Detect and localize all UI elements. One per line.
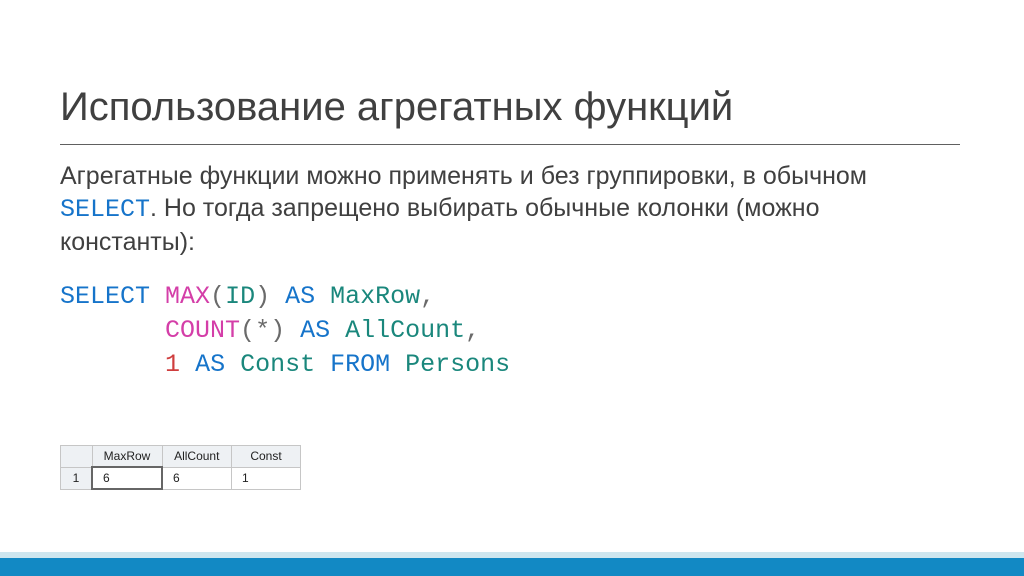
sql-pad: [60, 350, 165, 379]
sql-alias: MaxRow: [330, 282, 420, 311]
cell: 6: [162, 467, 232, 489]
sql-comma: ,: [465, 316, 480, 345]
slide: Использование агрегатных функций Агрегат…: [0, 0, 1024, 576]
footer-accent-bar: [0, 558, 1024, 576]
sql-number: 1: [165, 350, 180, 379]
sql-func: MAX: [165, 282, 210, 311]
sql-punc: (: [210, 282, 225, 311]
page-title: Использование агрегатных функций: [60, 85, 733, 130]
row-header-blank: [61, 446, 93, 468]
sql-alias: AllCount: [345, 316, 465, 345]
inline-select-keyword: SELECT: [60, 195, 150, 224]
table-row-head: MaxRow AllCount Const: [61, 446, 301, 468]
sql-punc: ): [270, 316, 285, 345]
sql-star: *: [255, 316, 270, 345]
cell: 1: [232, 467, 301, 489]
body-text: Агрегатные функции можно применять и без…: [60, 160, 960, 258]
body-post: . Но тогда запрещено выбирать обычные ко…: [60, 194, 820, 256]
result-table: MaxRow AllCount Const 1 6 6 1: [60, 445, 301, 490]
col-header: AllCount: [162, 446, 232, 468]
sql-punc: (: [240, 316, 255, 345]
col-header: MaxRow: [92, 446, 162, 468]
sql-pad: [60, 316, 165, 345]
sql-keyword: FROM: [330, 350, 390, 379]
cell-selected: 6: [92, 467, 162, 489]
body-pre: Агрегатные функции можно применять и без…: [60, 162, 867, 190]
sql-func: COUNT: [165, 316, 240, 345]
row-number: 1: [61, 467, 93, 489]
sql-keyword: AS: [300, 316, 330, 345]
sql-keyword: AS: [285, 282, 315, 311]
sql-alias: Const: [240, 350, 315, 379]
title-divider: [60, 144, 960, 145]
col-header: Const: [232, 446, 301, 468]
sql-ident: ID: [225, 282, 255, 311]
sql-code-block: SELECT MAX(ID) AS MaxRow, COUNT(*) AS Al…: [60, 280, 510, 381]
sql-ident: Persons: [405, 350, 510, 379]
sql-keyword: AS: [195, 350, 225, 379]
sql-keyword: SELECT: [60, 282, 150, 311]
sql-punc: ): [255, 282, 270, 311]
sql-comma: ,: [420, 282, 435, 311]
footer-accent-stripe: [0, 552, 1024, 558]
table-row: 1 6 6 1: [61, 467, 301, 489]
